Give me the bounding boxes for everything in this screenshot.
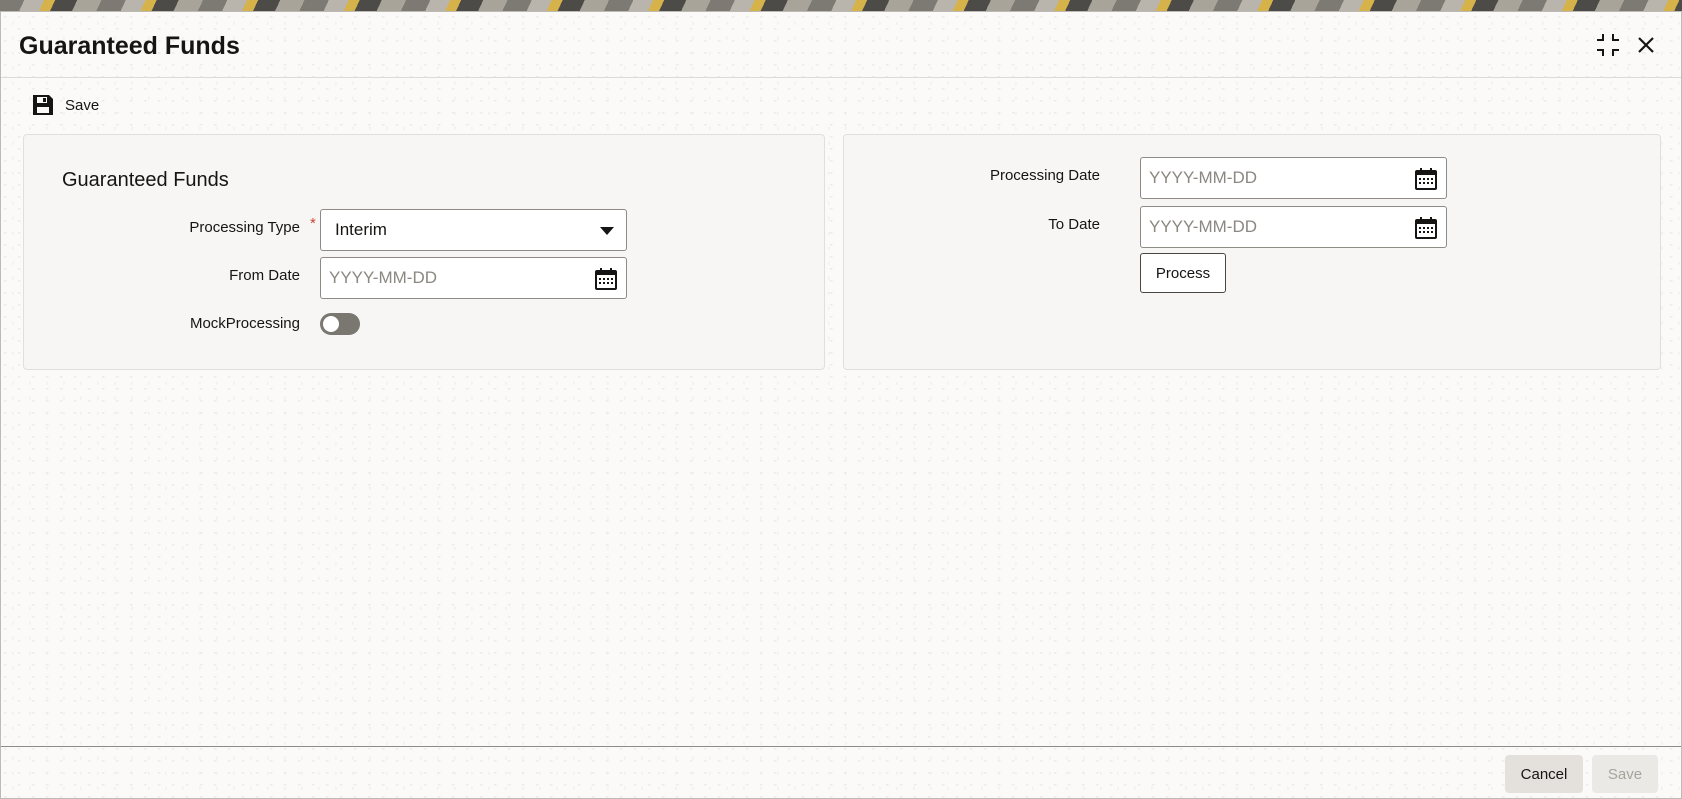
process-button[interactable]: Process (1140, 253, 1226, 293)
dialog-window: Guaranteed Funds Save Guaranteed Funds P… (0, 11, 1682, 799)
to-date-placeholder: YYYY-MM-DD (1149, 217, 1257, 236)
section-title: Guaranteed Funds (62, 169, 229, 191)
cancel-button[interactable]: Cancel (1505, 755, 1583, 793)
from-date-placeholder: YYYY-MM-DD (329, 268, 437, 287)
to-date-input[interactable]: YYYY-MM-DD (1140, 206, 1447, 248)
chevron-down-icon (600, 227, 614, 235)
processing-type-value: Interim (335, 220, 387, 239)
processing-date-placeholder: YYYY-MM-DD (1149, 168, 1257, 187)
page-title: Guaranteed Funds (19, 32, 240, 60)
mock-processing-label: MockProcessing (189, 315, 300, 332)
toggle-knob (323, 316, 339, 332)
dialog-footer: Cancel Save (1, 746, 1681, 798)
from-date-label: From Date (229, 267, 300, 284)
floppy-disk-icon (33, 95, 53, 115)
maximize-button[interactable] (1593, 30, 1623, 60)
toolbar-save-label: Save (65, 96, 100, 114)
close-icon (1638, 37, 1654, 53)
processing-panel: Processing Date YYYY-MM-DD To Date YYYY-… (843, 134, 1661, 370)
footer-save-button[interactable]: Save (1592, 755, 1658, 793)
toolbar-save-button[interactable]: Save (31, 92, 99, 118)
calendar-icon[interactable] (1414, 167, 1438, 191)
to-date-label: To Date (1048, 216, 1100, 233)
processing-type-select[interactable]: Interim (320, 209, 627, 251)
maximize-icon (1597, 34, 1619, 56)
from-date-input[interactable]: YYYY-MM-DD (320, 257, 627, 299)
required-indicator: * (310, 215, 316, 232)
dialog-header: Guaranteed Funds (1, 12, 1681, 78)
processing-date-input[interactable]: YYYY-MM-DD (1140, 157, 1447, 199)
processing-type-label: Processing Type (189, 219, 300, 236)
top-decorative-strip (0, 0, 1682, 11)
guaranteed-funds-panel: Guaranteed Funds Processing Type * Inter… (23, 134, 825, 370)
mock-processing-toggle[interactable] (320, 313, 360, 335)
processing-date-label: Processing Date (989, 167, 1100, 184)
close-button[interactable] (1631, 30, 1661, 60)
calendar-icon[interactable] (1414, 216, 1438, 240)
calendar-icon[interactable] (594, 267, 618, 291)
